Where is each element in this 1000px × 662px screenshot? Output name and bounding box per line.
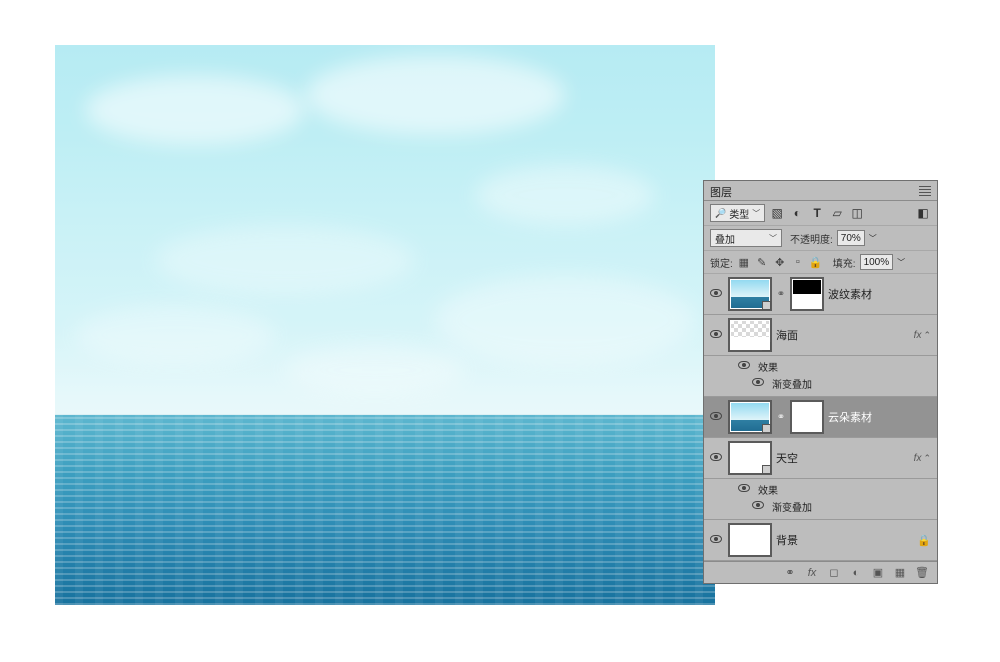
footer-group-icon[interactable]: ▣	[871, 566, 885, 579]
filter-row: 🔎 类型 ﹀ ▧ ◐ T ▱ ◫ ◧	[704, 201, 937, 226]
layers-panel: 图层 🔎 类型 ﹀ ▧ ◐ T ▱ ◫ ◧ 叠加 ﹀ 不透明度: 70% ﹀ 锁…	[703, 180, 938, 584]
layer-name[interactable]: 海面	[776, 327, 910, 343]
sea-layer	[55, 415, 715, 605]
layer-thumb[interactable]	[728, 400, 772, 434]
effect-visibility-toggle[interactable]	[736, 484, 752, 495]
visibility-toggle[interactable]	[708, 411, 724, 423]
lock-artboard-icon[interactable]: ▫	[791, 256, 805, 268]
layer-row[interactable]: 海面 fx ⌃	[704, 315, 937, 356]
filter-smart-icon[interactable]: ◫	[849, 205, 865, 221]
footer-delete-icon[interactable]: 🗑	[915, 566, 929, 579]
lock-pixels-icon[interactable]: ▦	[737, 256, 751, 269]
layer-mask-thumb[interactable]	[790, 277, 824, 311]
effect-visibility-toggle[interactable]	[750, 501, 766, 512]
visibility-toggle[interactable]	[708, 329, 724, 341]
footer-fx-icon[interactable]: fx	[805, 567, 819, 579]
fill-input[interactable]: 100%	[860, 254, 894, 270]
layer-mask-thumb[interactable]	[790, 400, 824, 434]
mask-link-icon[interactable]: ⚭	[776, 277, 786, 311]
lock-icon: 🔒	[917, 534, 931, 547]
layer-row[interactable]: ⚭ 波纹素材	[704, 274, 937, 315]
opacity-value: 70%	[841, 233, 861, 244]
layer-name[interactable]: 天空	[776, 450, 910, 466]
lock-position-icon[interactable]: ✥	[773, 256, 787, 269]
blend-row: 叠加 ﹀ 不透明度: 70% ﹀	[704, 226, 937, 251]
filter-kind-label: 类型	[729, 206, 749, 221]
footer-mask-icon[interactable]: ◻	[827, 566, 841, 579]
filter-adjust-icon[interactable]: ◐	[789, 205, 805, 221]
clouds-layer	[55, 45, 715, 415]
layer-fx-indicator[interactable]: fx ⌃	[914, 453, 931, 464]
filter-shape-icon[interactable]: ▱	[829, 205, 845, 221]
panel-header: 图层	[704, 181, 937, 201]
filter-kind-select[interactable]: 🔎 类型 ﹀	[710, 204, 765, 222]
fill-label: 填充:	[833, 255, 856, 270]
eye-icon	[710, 412, 722, 420]
layer-effects: 效果 渐变叠加	[704, 479, 937, 520]
layer-effects: 效果 渐变叠加	[704, 356, 937, 397]
filter-pixel-icon[interactable]: ▧	[769, 205, 785, 221]
effect-item[interactable]: 渐变叠加	[772, 376, 812, 391]
layer-thumb[interactable]	[728, 523, 772, 557]
layer-thumb[interactable]	[728, 277, 772, 311]
footer-new-layer-icon[interactable]: ▦	[893, 566, 907, 579]
panel-footer: ⚭ fx ◻ ◐ ▣ ▦ 🗑	[704, 561, 937, 583]
layer-thumb[interactable]	[728, 441, 772, 475]
opacity-input[interactable]: 70%	[837, 230, 865, 246]
blend-mode-value: 叠加	[715, 231, 735, 246]
visibility-toggle[interactable]	[708, 534, 724, 546]
lock-label: 锁定:	[710, 255, 733, 270]
layer-row[interactable]: ⚭ 云朵素材	[704, 397, 937, 438]
eye-icon	[710, 535, 722, 543]
lock-brush-icon[interactable]: ✎	[755, 256, 769, 269]
layer-thumb[interactable]	[728, 318, 772, 352]
layer-name[interactable]: 背景	[776, 532, 913, 548]
filter-toggle-icon[interactable]: ◧	[915, 205, 931, 221]
effect-item[interactable]: 渐变叠加	[772, 499, 812, 514]
opacity-label: 不透明度:	[790, 231, 833, 246]
fill-value: 100%	[864, 257, 890, 268]
eye-icon	[752, 378, 764, 386]
layer-name[interactable]: 云朵素材	[828, 409, 931, 425]
layer-name[interactable]: 波纹素材	[828, 286, 931, 302]
eye-icon	[738, 361, 750, 369]
effect-visibility-toggle[interactable]	[750, 378, 766, 389]
layer-row[interactable]: 天空 fx ⌃	[704, 438, 937, 479]
effects-label: 效果	[758, 482, 778, 497]
layers-list: ⚭ 波纹素材 海面 fx ⌃ 效果 渐变叠加 ⚭	[704, 274, 937, 561]
blend-mode-select[interactable]: 叠加 ﹀	[710, 229, 782, 247]
mask-link-icon[interactable]: ⚭	[776, 400, 786, 434]
footer-adjustment-icon[interactable]: ◐	[849, 567, 863, 579]
visibility-toggle[interactable]	[708, 452, 724, 464]
visibility-toggle[interactable]	[708, 288, 724, 300]
layer-fx-indicator[interactable]: fx ⌃	[914, 330, 931, 341]
eye-icon	[710, 330, 722, 338]
effects-label: 效果	[758, 359, 778, 374]
canvas-preview	[55, 45, 715, 605]
eye-icon	[710, 289, 722, 297]
filter-type-icon[interactable]: T	[809, 205, 825, 221]
eye-icon	[752, 501, 764, 509]
footer-link-icon[interactable]: ⚭	[783, 566, 797, 579]
effect-visibility-toggle[interactable]	[736, 361, 752, 372]
lock-all-icon[interactable]: 🔒	[809, 256, 823, 269]
panel-menu-icon[interactable]	[919, 186, 931, 196]
layer-row[interactable]: 背景 🔒	[704, 520, 937, 561]
panel-title[interactable]: 图层	[710, 182, 738, 200]
lock-row: 锁定: ▦ ✎ ✥ ▫ 🔒 填充: 100% ﹀	[704, 251, 937, 274]
eye-icon	[738, 484, 750, 492]
eye-icon	[710, 453, 722, 461]
